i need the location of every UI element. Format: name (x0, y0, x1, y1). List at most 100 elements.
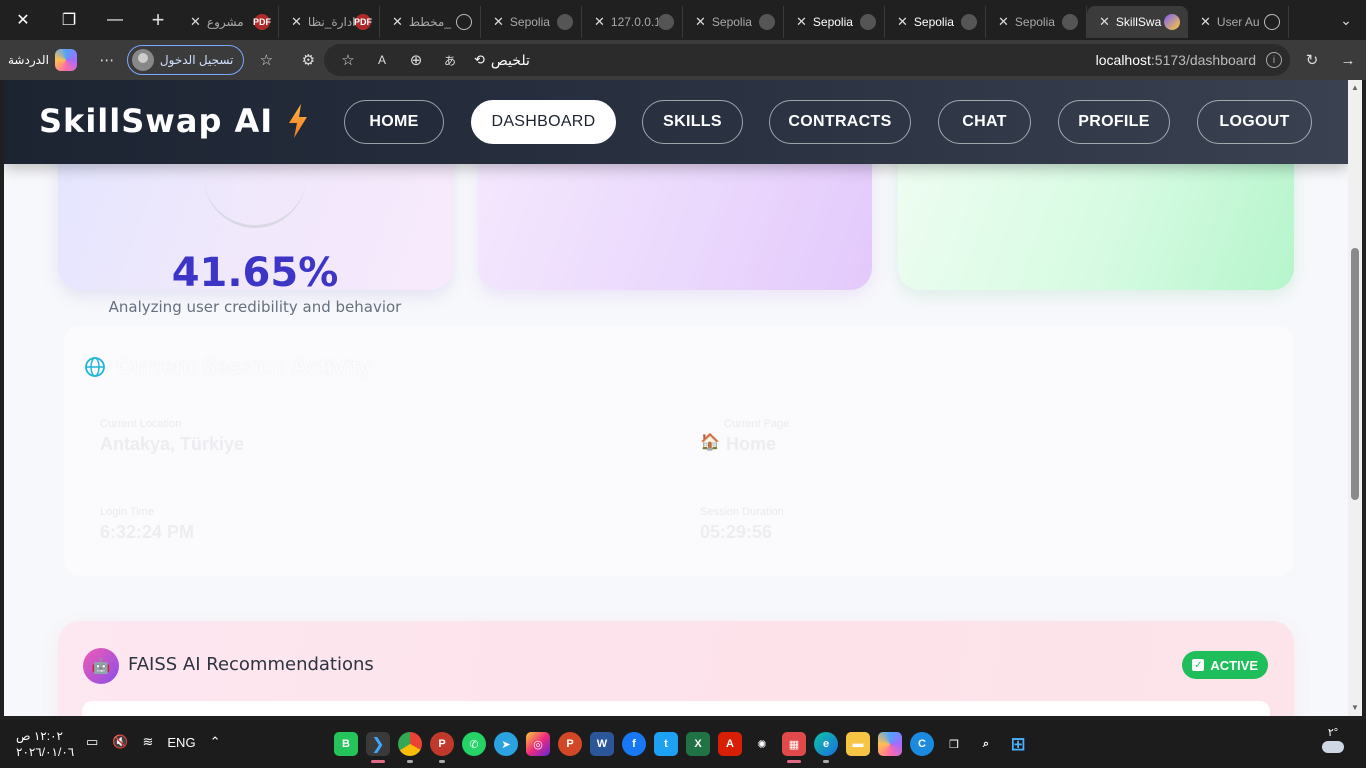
battery-icon[interactable]: ▭ (86, 734, 98, 750)
nav-chat-button[interactable]: CHAT (938, 100, 1031, 144)
file-explorer-icon[interactable]: ▬ (846, 732, 870, 756)
powerpoint-icon[interactable]: P (558, 732, 582, 756)
browser-tab[interactable]: ✕ 127.0.0.1 (582, 6, 683, 38)
reload-icon[interactable]: ↻ (1296, 44, 1328, 76)
faiss-title: FAISS AI Recommendations (128, 654, 374, 675)
close-tab-icon[interactable]: ✕ (1200, 14, 1211, 30)
word-icon[interactable]: W (590, 732, 614, 756)
nav-logout-button[interactable]: LOGOUT (1197, 100, 1312, 144)
sign-in-button[interactable]: تسجيل الدخول (126, 45, 245, 75)
summarize-button[interactable]: ⟲ تلخيص (474, 52, 530, 69)
nav-dashboard-button[interactable]: DASHBOARD (471, 100, 616, 144)
close-tab-icon[interactable]: ✕ (291, 14, 302, 30)
address-bar[interactable]: ☆ A ⊕ あ ⟲ تلخيص localhost:5173/dashboard… (324, 44, 1290, 76)
c-app-icon[interactable]: C (910, 732, 934, 756)
vscode-icon[interactable]: ❯ (366, 732, 390, 763)
browser-tab[interactable]: ✕ Sepolia (683, 6, 784, 38)
scroll-down-arrow-icon[interactable]: ▼ (1351, 704, 1359, 712)
avatar (131, 49, 154, 71)
browser-tab[interactable]: ✕ Sepolia (784, 6, 885, 38)
read-aloud-icon[interactable]: A (366, 44, 398, 76)
weather-widget[interactable]: ٢° (1314, 726, 1352, 753)
tab-actions-chevron-icon[interactable]: ⌄ (1326, 0, 1366, 40)
system-clock[interactable]: ١٢:٠٢ ص ٢٠٢٦/٠١/٠٦ (16, 728, 74, 760)
store-icon[interactable]: ▦ (782, 732, 806, 763)
more-options-icon[interactable]: ⋯ (91, 44, 123, 76)
restore-window-button[interactable]: ❐ (46, 0, 92, 40)
windows-start-icon[interactable]: ⊞ (1006, 732, 1030, 756)
close-tab-icon[interactable]: ✕ (897, 14, 908, 30)
nav-home-button[interactable]: HOME (344, 100, 444, 144)
page-scrollbar[interactable]: ▲ ▼ (1348, 80, 1362, 716)
telegram-icon[interactable]: ➤ (494, 732, 518, 756)
login-time-label: Login Time (100, 506, 154, 518)
scroll-up-arrow-icon[interactable]: ▲ (1351, 84, 1359, 92)
whatsapp-business-icon[interactable]: B (334, 732, 358, 756)
site-info-icon[interactable]: i (1266, 52, 1282, 68)
close-tab-icon[interactable]: ✕ (998, 14, 1009, 30)
tray-chevron-up-icon[interactable]: ⌃ (210, 734, 221, 750)
browser-tab[interactable]: ✕ Sepolia (986, 6, 1087, 38)
browser-tab[interactable]: ✕ مشروع PDF (178, 6, 279, 38)
globe-icon (456, 14, 472, 30)
chrome-icon[interactable] (398, 732, 422, 763)
nav-profile-button[interactable]: PROFILE (1058, 100, 1170, 144)
pdf-icon: PDF (354, 14, 372, 30)
system-tray: ▭ 🔇 ≋ ENG ⌃ (86, 734, 220, 750)
browser-tab[interactable]: ✕ مخطط_ (380, 6, 481, 38)
scrollbar-thumb[interactable] (1351, 248, 1359, 500)
twitter-icon[interactable]: t (654, 732, 678, 756)
etherscan-icon (961, 14, 977, 30)
close-tab-icon[interactable]: ✕ (594, 14, 605, 30)
language-indicator[interactable]: ENG (167, 735, 195, 750)
clock-date: ٢٠٢٦/٠١/٠٦ (16, 745, 75, 759)
favorites-icon[interactable]: ☆ (250, 44, 282, 76)
nav-contracts-button[interactable]: CONTRACTS (769, 100, 911, 144)
acrobat-icon[interactable]: A (718, 732, 742, 756)
browser-tab[interactable]: ✕ Sepolia (481, 6, 582, 38)
close-tab-icon[interactable]: ✕ (190, 14, 201, 30)
close-tab-icon[interactable]: ✕ (1099, 14, 1110, 30)
taskbar-apps: B ❯ P ✆ ➤ ◎ P W f t X A ✺ ▦ e ▬ C ❒ ⌕ ⊞ (334, 732, 1030, 763)
credibility-gauge (204, 168, 306, 228)
tab-strip: ✕ ❐ — + ✕ مشروع PDF ✕ ادارة_نظا PDF ✕ مخطط_ ✕ Sep… (0, 0, 1366, 40)
browser-tab[interactable]: ✕ User Au (1188, 6, 1289, 38)
close-tab-icon[interactable]: ✕ (796, 14, 807, 30)
facebook-icon[interactable]: f (622, 732, 646, 756)
nav-skills-button[interactable]: SKILLS (642, 100, 743, 144)
new-tab-button[interactable]: + (138, 0, 178, 40)
excel-icon[interactable]: X (686, 732, 710, 756)
credibility-score: 41.65% (171, 250, 339, 296)
close-window-button[interactable]: ✕ (0, 0, 46, 40)
zoom-icon[interactable]: ⊕ (400, 44, 432, 76)
search-icon[interactable]: ⌕ (974, 732, 998, 756)
close-tab-icon[interactable]: ✕ (493, 14, 504, 30)
url-text[interactable]: localhost:5173/dashboard (1096, 52, 1256, 68)
globe-icon (85, 357, 105, 377)
instagram-icon[interactable]: ◎ (526, 732, 550, 756)
brand-logo[interactable]: SkillSwap AI (39, 102, 309, 140)
minimize-window-button[interactable]: — (92, 0, 138, 40)
extensions-icon[interactable]: ⚙ (292, 44, 324, 76)
forward-arrow-icon[interactable]: → (1332, 44, 1364, 76)
close-tab-icon[interactable]: ✕ (392, 14, 403, 30)
browser-tab[interactable]: ✕ Sepolia (885, 6, 986, 38)
tab-label: Sepolia (711, 15, 752, 29)
tab-label: Sepolia (812, 15, 853, 29)
chatgpt-icon[interactable]: ✺ (750, 732, 774, 756)
edge-icon[interactable]: e (814, 732, 838, 763)
close-tab-icon[interactable]: ✕ (695, 14, 706, 30)
wifi-icon[interactable]: ≋ (142, 734, 153, 750)
browser-tab[interactable]: ✕ ادارة_نظا PDF (279, 6, 380, 38)
etherscan-icon (1062, 14, 1078, 30)
translate-icon[interactable]: あ (434, 44, 466, 76)
whatsapp-icon[interactable]: ✆ (462, 732, 486, 756)
etherscan-icon (860, 14, 876, 30)
copilot-taskbar-icon[interactable] (878, 732, 902, 756)
copilot-button[interactable]: الدردشة (8, 49, 77, 71)
add-favorite-icon[interactable]: ☆ (332, 44, 364, 76)
browser-tab[interactable]: ✕ SkillSwa (1087, 6, 1188, 38)
postman-icon[interactable]: P (430, 732, 454, 763)
task-view-icon[interactable]: ❒ (942, 732, 966, 756)
volume-muted-icon[interactable]: 🔇 (112, 734, 128, 750)
